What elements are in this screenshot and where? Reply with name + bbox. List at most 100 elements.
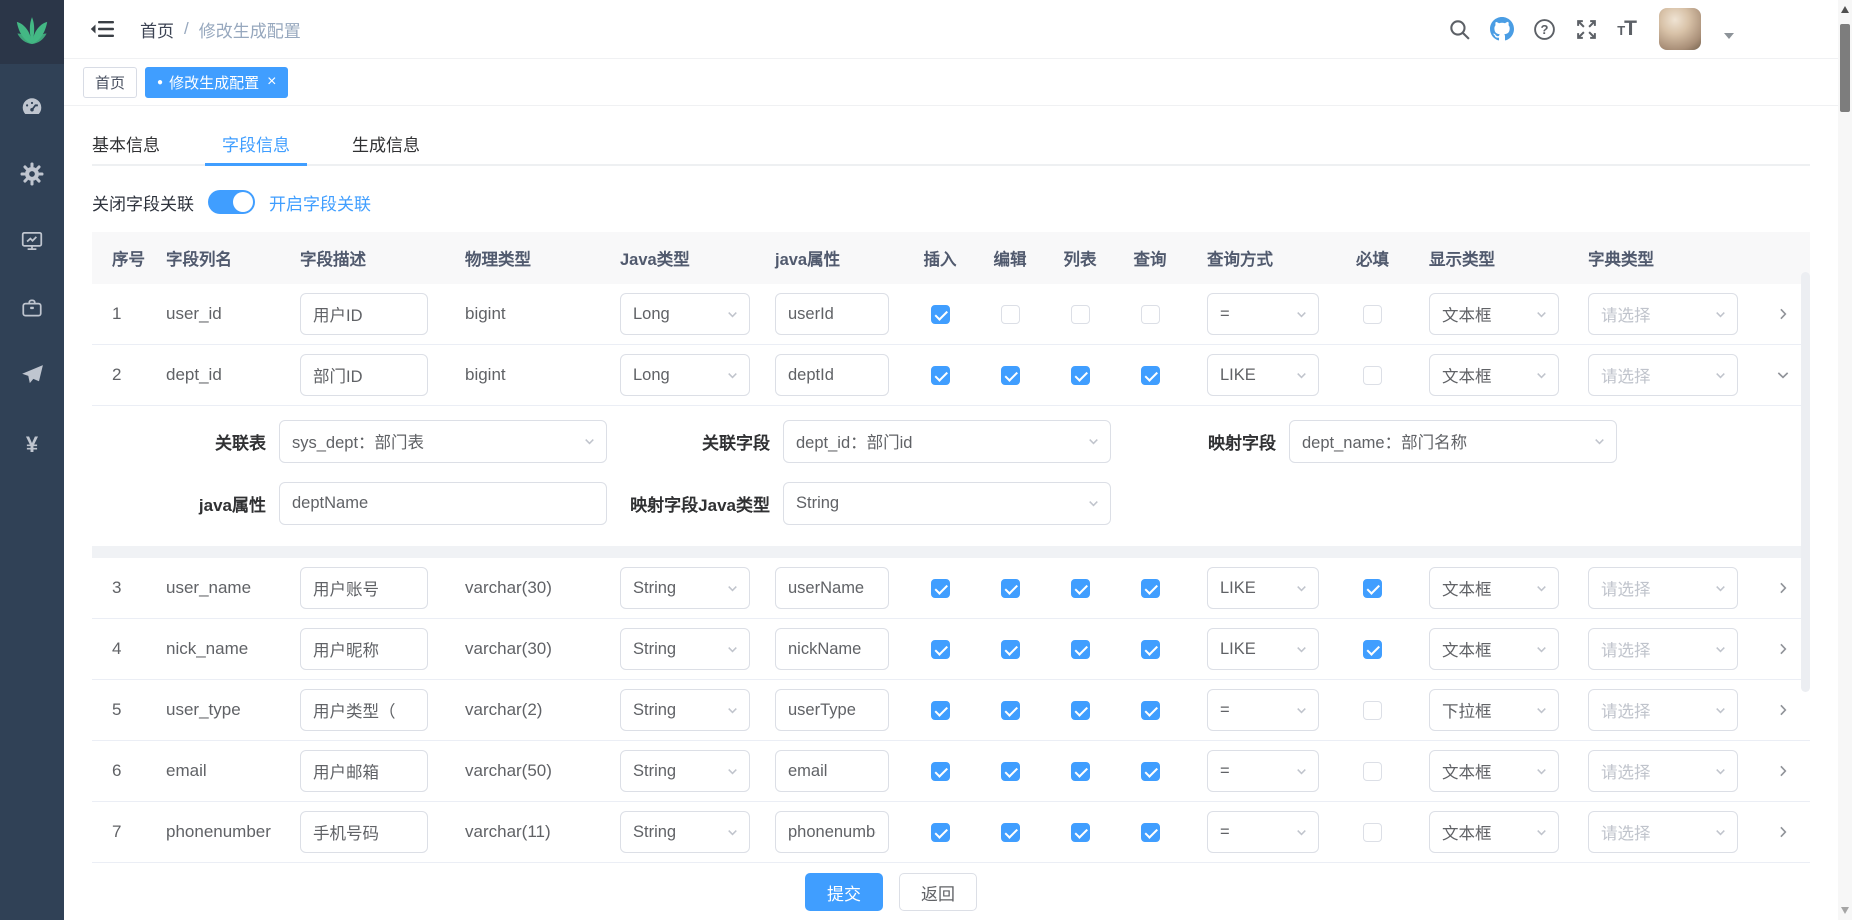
column-desc-input[interactable] [300, 811, 428, 853]
required-checkbox[interactable] [1363, 640, 1382, 659]
table-scrollbar[interactable] [1801, 272, 1810, 692]
list-checkbox[interactable] [1071, 366, 1090, 385]
display-type-select[interactable]: 文本框 [1429, 750, 1559, 792]
help-icon[interactable]: ? [1533, 18, 1556, 41]
query-checkbox[interactable] [1141, 701, 1160, 720]
expand-row-icon[interactable] [1772, 364, 1794, 386]
submit-button[interactable]: 提交 [805, 873, 883, 911]
dict-type-select[interactable]: 请选择 [1588, 567, 1738, 609]
expand-row-icon[interactable] [1772, 638, 1794, 660]
dict-type-select[interactable]: 请选择 [1588, 293, 1738, 335]
sidebar-item-settings[interactable] [0, 143, 64, 210]
edit-checkbox[interactable] [1001, 579, 1020, 598]
edit-checkbox[interactable] [1001, 640, 1020, 659]
query-method-select[interactable]: LIKE [1207, 567, 1319, 609]
required-checkbox[interactable] [1363, 823, 1382, 842]
java-type-select[interactable]: String [620, 689, 750, 731]
list-checkbox[interactable] [1071, 579, 1090, 598]
avatar[interactable] [1659, 8, 1701, 50]
query-checkbox[interactable] [1141, 640, 1160, 659]
list-checkbox[interactable] [1071, 701, 1090, 720]
close-tag-icon[interactable]: × [267, 74, 276, 90]
back-button[interactable]: 返回 [899, 873, 977, 911]
query-method-select[interactable]: LIKE [1207, 628, 1319, 670]
query-method-select[interactable]: = [1207, 750, 1319, 792]
display-type-select[interactable]: 文本框 [1429, 293, 1559, 335]
java-attr-input[interactable] [775, 750, 889, 792]
query-method-select[interactable]: = [1207, 811, 1319, 853]
map-java-type-select[interactable]: String [783, 482, 1111, 525]
java-type-select[interactable]: String [620, 628, 750, 670]
relation-toggle-link[interactable]: 开启字段关联 [269, 190, 371, 215]
relation-field-select[interactable]: dept_id：部门id [783, 420, 1111, 463]
app-logo[interactable] [0, 0, 64, 64]
insert-checkbox[interactable] [931, 762, 950, 781]
edit-checkbox[interactable] [1001, 701, 1020, 720]
font-size-icon[interactable]: TT [1617, 17, 1636, 41]
expand-row-icon[interactable] [1772, 760, 1794, 782]
column-desc-input[interactable] [300, 750, 428, 792]
tag-active-page[interactable]: ● 修改生成配置 × [145, 67, 288, 98]
expand-row-icon[interactable] [1772, 699, 1794, 721]
display-type-select[interactable]: 文本框 [1429, 628, 1559, 670]
java-attr-input[interactable] [775, 628, 889, 670]
java-attr-input[interactable] [775, 811, 889, 853]
insert-checkbox[interactable] [931, 701, 950, 720]
sidebar-item-toolbox[interactable] [0, 277, 64, 344]
column-desc-input[interactable] [300, 354, 428, 396]
query-checkbox[interactable] [1141, 823, 1160, 842]
tab-generate-info[interactable]: 生成信息 [335, 122, 437, 164]
browser-scrollbar[interactable] [1838, 0, 1852, 920]
query-checkbox[interactable] [1141, 366, 1160, 385]
required-checkbox[interactable] [1363, 701, 1382, 720]
java-attr-input[interactable] [775, 567, 889, 609]
query-checkbox[interactable] [1141, 305, 1160, 324]
map-java-attr-input[interactable] [279, 482, 607, 525]
list-checkbox[interactable] [1071, 640, 1090, 659]
list-checkbox[interactable] [1071, 305, 1090, 324]
java-type-select[interactable]: String [620, 750, 750, 792]
sidebar-item-monitor[interactable] [0, 210, 64, 277]
list-checkbox[interactable] [1071, 762, 1090, 781]
scrollbar-thumb[interactable] [1840, 24, 1850, 112]
column-desc-input[interactable] [300, 567, 428, 609]
dict-type-select[interactable]: 请选择 [1588, 750, 1738, 792]
scrollbar-down-arrow-icon[interactable] [1841, 907, 1849, 914]
display-type-select[interactable]: 文本框 [1429, 354, 1559, 396]
collapse-sidebar-icon[interactable] [90, 17, 116, 41]
insert-checkbox[interactable] [931, 640, 950, 659]
java-attr-input[interactable] [775, 689, 889, 731]
required-checkbox[interactable] [1363, 305, 1382, 324]
expand-row-icon[interactable] [1772, 821, 1794, 843]
dict-type-select[interactable]: 请选择 [1588, 689, 1738, 731]
github-icon[interactable] [1490, 17, 1514, 41]
edit-checkbox[interactable] [1001, 762, 1020, 781]
required-checkbox[interactable] [1363, 579, 1382, 598]
java-type-select[interactable]: String [620, 811, 750, 853]
required-checkbox[interactable] [1363, 366, 1382, 385]
java-type-select[interactable]: String [620, 567, 750, 609]
expand-row-icon[interactable] [1772, 577, 1794, 599]
sidebar-item-send[interactable] [0, 344, 64, 411]
edit-checkbox[interactable] [1001, 305, 1020, 324]
display-type-select[interactable]: 下拉框 [1429, 689, 1559, 731]
insert-checkbox[interactable] [931, 305, 950, 324]
tab-basic-info[interactable]: 基本信息 [92, 122, 177, 164]
insert-checkbox[interactable] [931, 823, 950, 842]
relation-table-select[interactable]: sys_dept：部门表 [279, 420, 607, 463]
insert-checkbox[interactable] [931, 579, 950, 598]
query-method-select[interactable]: = [1207, 293, 1319, 335]
query-method-select[interactable]: = [1207, 689, 1319, 731]
java-attr-input[interactable] [775, 354, 889, 396]
dict-type-select[interactable]: 请选择 [1588, 354, 1738, 396]
fullscreen-icon[interactable] [1575, 18, 1598, 41]
list-checkbox[interactable] [1071, 823, 1090, 842]
query-checkbox[interactable] [1141, 579, 1160, 598]
relation-toggle-switch[interactable] [208, 190, 255, 214]
column-desc-input[interactable] [300, 689, 428, 731]
search-icon[interactable] [1448, 18, 1471, 41]
scrollbar-up-arrow-icon[interactable] [1841, 6, 1849, 13]
java-type-select[interactable]: Long [620, 354, 750, 396]
tab-field-info[interactable]: 字段信息 [205, 122, 307, 164]
column-desc-input[interactable] [300, 293, 428, 335]
